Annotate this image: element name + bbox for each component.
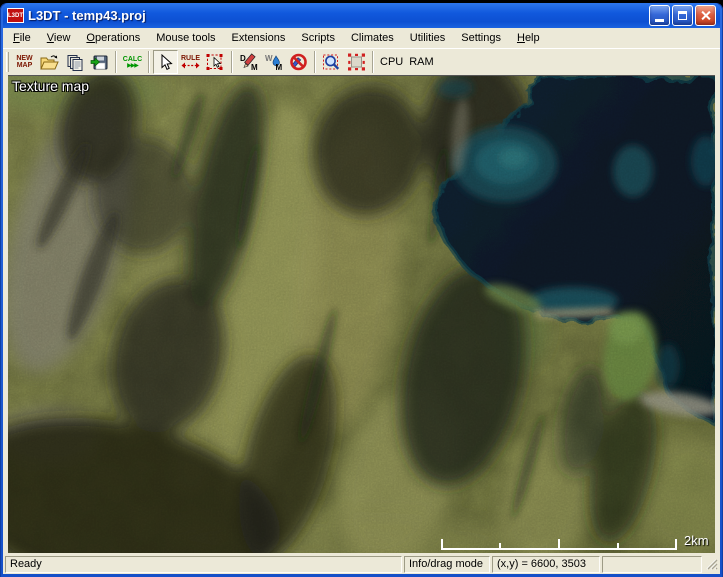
water-map-icon: W M	[264, 53, 284, 71]
copy-pages-icon	[66, 54, 84, 71]
menu-utilities[interactable]: Utilities	[402, 29, 453, 48]
save-floppy-icon	[90, 54, 109, 71]
cpu-monitor-button[interactable]: CPU	[377, 52, 406, 72]
app-window: L3DT L3DT - temp43.proj File View Operat…	[0, 3, 723, 577]
status-message: Ready	[5, 556, 402, 573]
client-area: File View Operations Mouse tools Extensi…	[3, 28, 720, 574]
toolbar-separator	[115, 51, 117, 73]
save-map-button[interactable]	[87, 50, 112, 74]
maximize-button[interactable]	[672, 5, 693, 26]
resize-grip-icon	[704, 556, 718, 572]
maximize-icon	[678, 11, 687, 20]
toolbar-separator	[231, 51, 233, 73]
no-entry-icon	[289, 53, 308, 71]
status-bar: Ready Info/drag mode (x,y) = 6600, 3503	[3, 555, 720, 574]
terrain-texture-map	[8, 76, 715, 553]
minimize-icon	[655, 19, 664, 22]
disable-tool-button[interactable]	[286, 50, 311, 74]
menu-bar: File View Operations Mouse tools Extensi…	[3, 28, 720, 48]
status-cursor-coords: (x,y) = 6600, 3503	[492, 556, 600, 573]
menu-help[interactable]: Help	[509, 29, 548, 48]
crop-region-button[interactable]	[344, 50, 369, 74]
pointer-tool-button[interactable]	[153, 50, 178, 74]
menu-scripts[interactable]: Scripts	[293, 29, 343, 48]
copy-map-button[interactable]	[62, 50, 87, 74]
menu-view[interactable]: View	[39, 29, 79, 48]
scale-distance-label: 2km	[684, 533, 709, 548]
close-button[interactable]	[695, 5, 716, 26]
window-title: L3DT - temp43.proj	[28, 8, 649, 23]
water-map-button[interactable]: W M	[261, 50, 286, 74]
status-spare-panel	[602, 556, 702, 573]
app-icon[interactable]: L3DT	[7, 8, 24, 23]
toolbar-separator	[148, 51, 150, 73]
new-map-button[interactable]: NEW MAP	[12, 50, 37, 74]
resize-grip[interactable]	[704, 556, 718, 573]
calc-button[interactable]: CALC ▶▶▶	[120, 50, 145, 74]
cursor-arrow-icon	[158, 54, 174, 71]
texture-map-viewport[interactable]: Texture map 2km	[8, 75, 715, 553]
zoom-region-button[interactable]	[319, 50, 344, 74]
toolbar-separator	[314, 51, 316, 73]
zoom-marquee-icon	[322, 53, 341, 71]
menu-operations[interactable]: Operations	[78, 29, 148, 48]
menu-climates[interactable]: Climates	[343, 29, 402, 48]
crop-marquee-icon	[347, 53, 366, 71]
menu-settings[interactable]: Settings	[453, 29, 509, 48]
minimize-button[interactable]	[649, 5, 670, 26]
ruler-tool-button[interactable]: RULE	[178, 50, 203, 74]
open-project-button[interactable]	[37, 50, 62, 74]
menu-extensions[interactable]: Extensions	[224, 29, 294, 48]
status-mouse-mode: Info/drag mode	[404, 556, 490, 573]
ram-monitor-button[interactable]: RAM	[406, 52, 436, 72]
map-scale-bar	[441, 538, 677, 550]
toolbar-separator	[372, 51, 374, 73]
svg-text:M: M	[251, 63, 258, 71]
ruler-arrow-icon	[181, 62, 200, 69]
menu-mouse-tools[interactable]: Mouse tools	[148, 29, 223, 48]
title-bar[interactable]: L3DT L3DT - temp43.proj	[3, 3, 720, 28]
open-folder-icon	[40, 54, 59, 71]
select-region-tool-button[interactable]	[203, 50, 228, 74]
toolbar: NEW MAP	[3, 48, 720, 75]
marquee-cursor-icon	[206, 53, 225, 71]
menu-file[interactable]: File	[5, 29, 39, 48]
svg-text:M: M	[275, 63, 282, 71]
close-icon	[700, 10, 711, 21]
layer-name-label: Texture map	[12, 78, 89, 94]
toolbar-grip[interactable]	[6, 52, 9, 72]
canvas-area: Texture map 2km	[3, 75, 720, 553]
svg-text:W: W	[265, 54, 273, 63]
design-map-pen-icon: D M	[239, 53, 259, 71]
design-map-pen-button[interactable]: D M	[236, 50, 261, 74]
